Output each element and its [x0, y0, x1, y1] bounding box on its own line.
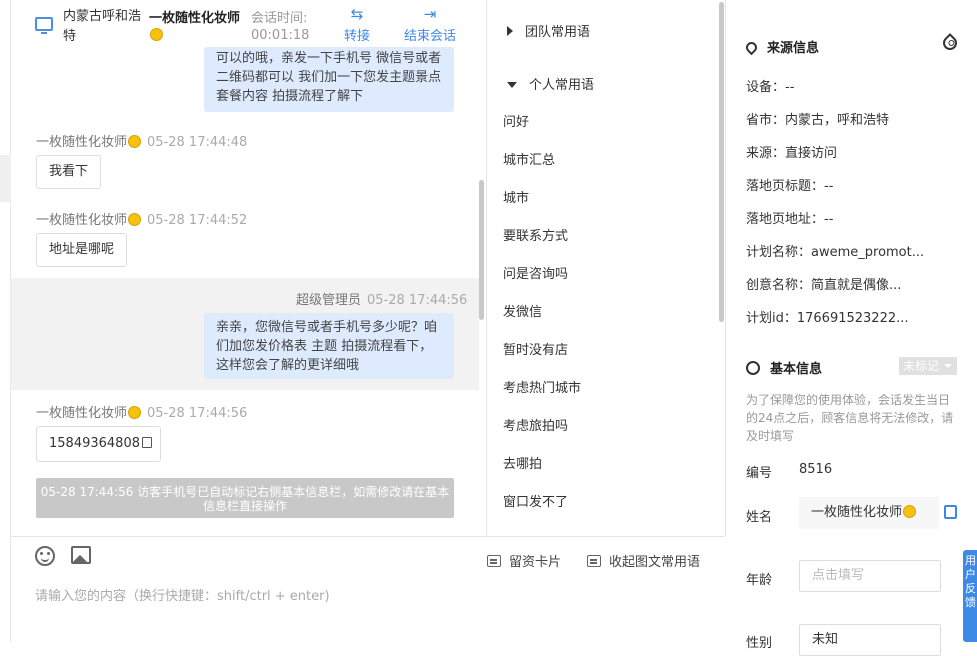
card-icon — [487, 555, 501, 567]
message-icon — [587, 555, 601, 567]
message-input[interactable]: 请输入您的内容（换行快捷键：shift/ctrl + enter) — [35, 585, 330, 604]
phrase-item[interactable]: 问是咨询吗 — [503, 263, 568, 282]
source-creative-name: 创意名称：简直就是偶像... — [746, 278, 902, 293]
image-icon[interactable] — [71, 546, 91, 564]
caret-right-icon — [507, 26, 513, 36]
source-province: 省市：内蒙古，呼和浩特 — [746, 113, 890, 128]
customer-info-panel: 来源信息 设备：-- 省市：内蒙古，呼和浩特 来源：直接访问 落地页标题：-- … — [726, 0, 977, 656]
basic-info-notice: 为了保障您的使用体验，会话发生当日的24点之后，顾客信息将无法修改，请及时填写 — [746, 393, 954, 443]
sun-emoji-icon — [128, 135, 142, 148]
session-time-label: 会话时间: — [251, 11, 308, 26]
sun-emoji-icon — [128, 406, 142, 419]
copy-icon[interactable] — [141, 437, 152, 448]
phrase-item[interactable]: 问好 — [503, 111, 529, 130]
agent-message-bubble: 可以的哦，亲发一下手机号 微信号或者二维码都可以 我们加一下您发主题景点套餐内容… — [204, 47, 454, 112]
chat-scrollbar[interactable] — [479, 180, 484, 320]
eye-icon[interactable] — [940, 33, 960, 53]
name-label: 姓名 — [746, 510, 773, 525]
exit-icon: ⇥ — [423, 5, 437, 23]
session-time-value: 00:01:18 — [251, 28, 310, 43]
source-info-title: 来源信息 — [743, 37, 819, 56]
emoji-icon[interactable] — [35, 546, 55, 566]
transfer-button[interactable]: ⇆ 转接 — [344, 5, 370, 44]
lead-card-button[interactable]: 留资卡片 — [487, 551, 561, 570]
sun-emoji-icon — [150, 28, 163, 41]
visitor-message-bubble: 我看下 — [36, 155, 102, 189]
phrase-item[interactable]: 要联系方式 — [503, 225, 568, 244]
phrase-item[interactable]: 去哪拍 — [503, 453, 542, 472]
source-landing-url: 落地页地址：-- — [746, 212, 834, 227]
sun-emoji-icon — [903, 505, 917, 518]
visitor-name: 一枚随性化妆师 — [149, 10, 245, 44]
message-meta: 一枚随性化妆师 05-28 17:44:56 — [36, 406, 248, 421]
source-device: 设备：-- — [746, 80, 795, 95]
collapse-phrases-button[interactable]: 收起图文常用语 — [587, 551, 700, 570]
age-input[interactable]: 点击填写 — [799, 560, 941, 592]
caret-down-icon — [507, 82, 517, 88]
user-icon — [746, 361, 760, 375]
source-plan-id: 计划id：176691523222... — [746, 311, 909, 326]
team-phrases-group[interactable]: 团队常用语 — [507, 21, 590, 40]
gender-select[interactable]: 未知 — [799, 624, 941, 656]
phrase-item[interactable]: 窗口发不了 — [503, 491, 568, 510]
id-label: 编号 — [746, 466, 773, 481]
visitor-city: 内蒙古呼和浩特 — [63, 9, 142, 44]
location-icon — [743, 39, 760, 56]
end-session-button[interactable]: ⇥ 结束会话 — [404, 5, 456, 44]
message-meta: 一枚随性化妆师 05-28 17:44:52 — [36, 213, 248, 228]
copy-icon[interactable] — [944, 505, 957, 519]
personal-phrases-group[interactable]: 个人常用语 — [507, 74, 594, 93]
source-origin: 来源：直接访问 — [746, 146, 838, 161]
left-edge — [0, 0, 11, 642]
id-value: 8516 — [799, 462, 833, 477]
phrase-item[interactable]: 发微信 — [503, 301, 542, 320]
phrases-scrollbar[interactable] — [719, 2, 724, 322]
phrase-item[interactable]: 考虑热门城市 — [503, 377, 581, 396]
phrase-item[interactable]: 城市 — [503, 187, 529, 206]
source-plan-name: 计划名称：aweme_promot... — [746, 245, 925, 260]
agent-message-bubble: 亲亲，您微信号或者手机号多少呢？咱们加您发价格表 主题 拍摄流程看下，这样您会了… — [204, 313, 454, 379]
chat-header: 内蒙古呼和浩特 一枚随性化妆师 会话时间: 00:01:18 ⇆ 转接 ⇥ 结束… — [11, 0, 486, 47]
age-label: 年龄 — [746, 573, 773, 588]
message-list[interactable]: 可以的哦，亲发一下手机号 微信号或者二维码都可以 我们加一下您发主题景点套餐内容… — [11, 47, 486, 535]
basic-info-title: 基本信息 — [746, 358, 822, 377]
message-input-area: 留资卡片 收起图文常用语 请输入您的内容（换行快捷键：shift/ctrl + … — [11, 536, 725, 642]
name-field[interactable]: 一枚随性化妆师 — [799, 497, 939, 529]
sun-emoji-icon — [128, 213, 142, 226]
source-landing-title: 落地页标题：-- — [746, 179, 834, 194]
visitor-message-bubble[interactable]: 15849364808 — [36, 426, 161, 462]
message-meta: 一枚随性化妆师 05-28 17:44:48 — [36, 135, 248, 150]
phrase-item[interactable]: 城市汇总 — [503, 149, 555, 168]
system-notice: 05-28 17:44:56 访客手机号已自动标记右侧基本信息栏，如需修改请在基… — [36, 478, 454, 518]
common-phrases-panel: 团队常用语 个人常用语 问好 城市汇总 城市 要联系方式 问是咨询吗 发微信 暂… — [486, 0, 726, 536]
message-meta: 超级管理员 05-28 17:44:56 — [296, 293, 468, 308]
phrase-item[interactable]: 考虑旅拍吗 — [503, 415, 568, 434]
feedback-float-button[interactable]: 用户反馈 — [963, 550, 977, 642]
transfer-icon: ⇆ — [350, 5, 364, 23]
phrase-item[interactable]: 暂时没有店 — [503, 339, 568, 358]
monitor-icon — [35, 17, 53, 34]
visitor-message-bubble: 地址是哪呢 — [36, 233, 128, 267]
mark-tag-dropdown[interactable]: 未标记 — [899, 357, 957, 375]
